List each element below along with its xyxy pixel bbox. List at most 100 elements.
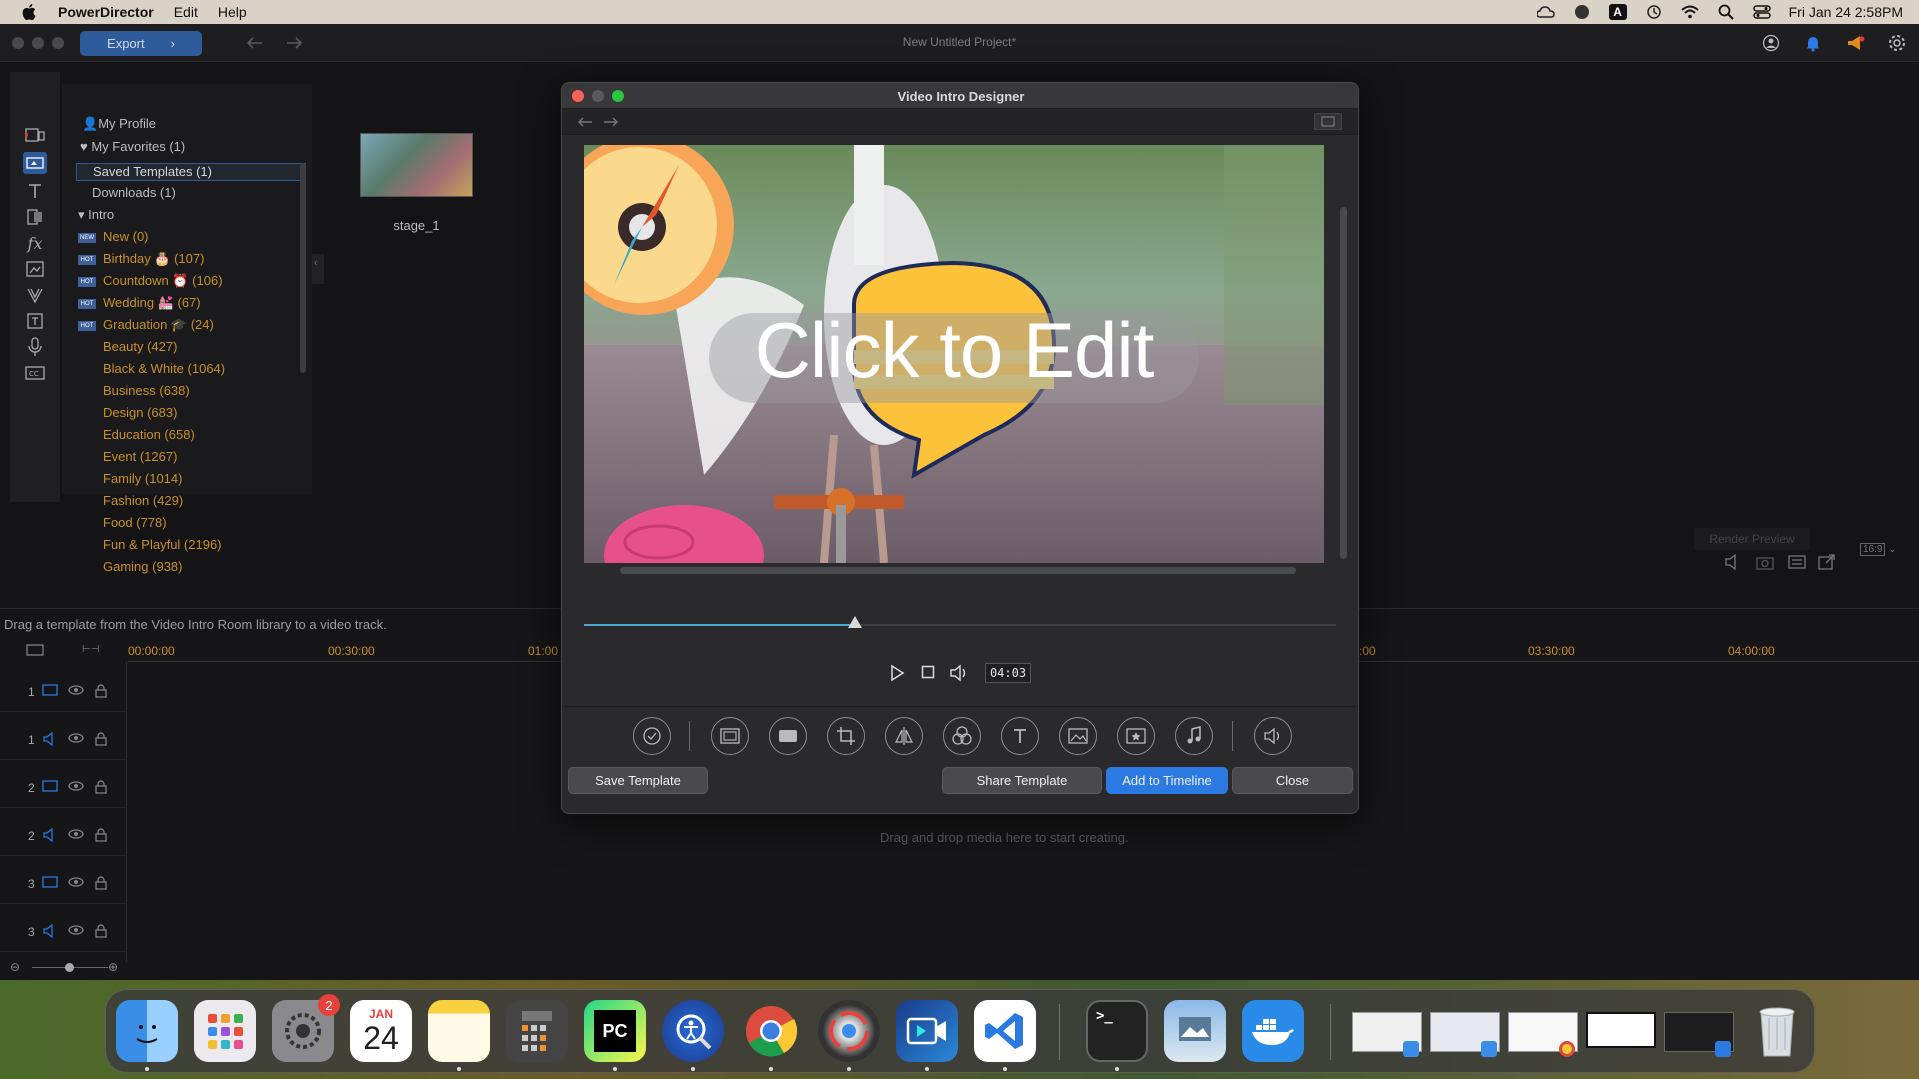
wifi-icon[interactable] — [1680, 4, 1699, 20]
menu-app-name[interactable]: PowerDirector — [58, 4, 154, 20]
title-room-icon[interactable] — [23, 180, 47, 202]
calendar-icon[interactable]: JAN 24 — [350, 1000, 412, 1062]
add-to-timeline-button[interactable]: Add to Timeline — [1106, 767, 1228, 794]
library-countdown[interactable]: HOT Countdown ⏰ (106) — [78, 273, 223, 291]
audio-track-header[interactable]: 2 — [0, 816, 126, 856]
library-category[interactable]: Black & White (1064) — [103, 361, 225, 379]
zoom-slider-thumb[interactable] — [65, 963, 74, 972]
library-saved-templates[interactable]: Saved Templates (1) — [76, 163, 306, 181]
canvas-vertical-scrollbar[interactable] — [1340, 207, 1347, 559]
docker-icon[interactable] — [1242, 1000, 1304, 1062]
notes-icon[interactable] — [428, 1000, 490, 1062]
trash-icon[interactable] — [1746, 1000, 1808, 1062]
library-category[interactable]: Family (1014) — [103, 471, 182, 489]
video-editor-icon[interactable] — [896, 1000, 958, 1062]
library-category[interactable]: Education (658) — [103, 427, 195, 445]
video-track-header[interactable]: 3 — [0, 864, 126, 904]
lock-icon[interactable] — [94, 828, 110, 842]
library-birthday[interactable]: HOT Birthday 🎂 (107) — [78, 251, 204, 269]
click-to-edit-text[interactable]: Click to Edit — [584, 305, 1324, 395]
video-track-header[interactable]: 1 — [0, 672, 126, 712]
color-board-tool-icon[interactable] — [769, 717, 807, 755]
timeline-fit-icon[interactable]: ⊢⊣ — [82, 644, 102, 658]
eye-icon[interactable] — [68, 876, 84, 890]
library-category[interactable]: Gaming (938) — [103, 559, 182, 577]
library-category[interactable]: Fashion (429) — [103, 493, 183, 511]
menubar-clock[interactable]: Fri Jan 24 2:58PM — [1789, 4, 1903, 20]
library-my-favorites[interactable]: ♥ My Favorites (1) — [80, 139, 185, 157]
seek-thumb[interactable] — [847, 616, 862, 628]
particle-room-icon[interactable] — [23, 284, 47, 306]
video-intro-room-icon[interactable] — [23, 152, 47, 174]
timeline-zoom-slider[interactable]: ⊖ ⊕ — [10, 960, 120, 974]
flip-tool-icon[interactable] — [885, 717, 923, 755]
eye-icon[interactable] — [68, 924, 84, 938]
calculator-icon[interactable] — [506, 1000, 568, 1062]
account-icon[interactable] — [1762, 34, 1780, 52]
text-tool-icon[interactable] — [1001, 717, 1039, 755]
spotlight-search-icon[interactable] — [1717, 4, 1735, 20]
preview-settings-icon[interactable] — [1788, 554, 1806, 570]
library-intro-folder[interactable]: ▾ Intro — [78, 207, 114, 225]
accessibility-inspector-icon[interactable] — [662, 1000, 724, 1062]
music-tool-icon[interactable] — [1175, 717, 1213, 755]
audio-track-header[interactable]: 1 — [0, 720, 126, 760]
library-category[interactable]: Design (683) — [103, 405, 177, 423]
keyboard-input-icon[interactable]: A — [1608, 4, 1627, 20]
preview-app-icon[interactable] — [1164, 1000, 1226, 1062]
apple-menu-icon[interactable] — [18, 1, 40, 23]
lock-icon[interactable] — [94, 684, 110, 698]
fx-room-icon[interactable]: fx — [23, 232, 47, 254]
template-room-icon[interactable] — [23, 310, 47, 332]
eye-icon[interactable] — [68, 684, 84, 698]
app-status-icon[interactable] — [1573, 4, 1591, 20]
audio-track-header[interactable]: 3 — [0, 912, 126, 952]
voice-over-room-icon[interactable] — [23, 336, 47, 358]
stop-icon[interactable] — [921, 665, 937, 681]
share-template-button[interactable]: Share Template — [942, 767, 1102, 794]
pycharm-icon[interactable]: PC — [584, 1000, 646, 1062]
video-track-header[interactable]: 2 — [0, 768, 126, 808]
finder-icon[interactable] — [116, 1000, 178, 1062]
library-graduation[interactable]: HOT Graduation 🎓 (24) — [78, 317, 214, 335]
preview-volume-icon[interactable] — [1724, 553, 1742, 571]
vscode-icon[interactable] — [974, 1000, 1036, 1062]
media-room-icon[interactable] — [23, 124, 47, 146]
eye-icon[interactable] — [68, 732, 84, 746]
image-tool-icon[interactable] — [1059, 717, 1097, 755]
menu-edit[interactable]: Edit — [174, 4, 198, 20]
eye-icon[interactable] — [68, 828, 84, 842]
library-my-profile[interactable]: 👤My Profile — [82, 116, 156, 134]
save-template-button[interactable]: Save Template — [568, 767, 708, 794]
launchpad-icon[interactable] — [194, 1000, 256, 1062]
chrome-icon[interactable] — [740, 1000, 802, 1062]
control-center-icon[interactable] — [1752, 4, 1771, 20]
play-icon[interactable] — [889, 664, 907, 682]
eye-icon[interactable] — [68, 780, 84, 794]
lock-icon[interactable] — [94, 732, 110, 746]
motion-tool-icon[interactable] — [633, 717, 671, 755]
time-machine-icon[interactable] — [1645, 4, 1663, 20]
snapshot-icon[interactable] — [1756, 554, 1774, 570]
dialog-undo-icon[interactable] — [576, 114, 594, 130]
zoom-in-icon[interactable]: ⊕ — [108, 960, 118, 974]
undock-preview-icon[interactable] — [1818, 554, 1836, 570]
minimized-window-thumbnail[interactable] — [1430, 1012, 1500, 1057]
crop-tool-icon[interactable] — [827, 717, 865, 755]
dialog-panel-toggle-icon[interactable] — [1314, 113, 1342, 130]
creative-cloud-icon[interactable] — [1536, 4, 1555, 20]
minimized-window-thumbnail[interactable] — [1586, 1012, 1656, 1048]
settings-gear-icon[interactable] — [1888, 34, 1906, 52]
menu-help[interactable]: Help — [218, 4, 247, 20]
library-category[interactable]: Beauty (427) — [103, 339, 177, 357]
transition-room-icon[interactable] — [23, 206, 47, 228]
pip-room-icon[interactable] — [23, 258, 47, 280]
powerdirector-dock-icon[interactable] — [818, 1000, 880, 1062]
library-downloads[interactable]: Downloads (1) — [92, 185, 176, 203]
minimized-window-thumbnail[interactable] — [1352, 1012, 1422, 1057]
library-category[interactable]: Event (1267) — [103, 449, 177, 467]
library-category[interactable]: Fun & Playful (2196) — [103, 537, 222, 555]
subtitle-room-icon[interactable]: CC — [23, 362, 47, 384]
playback-seek-bar[interactable] — [584, 616, 1336, 628]
audio-tool-icon[interactable] — [1254, 717, 1292, 755]
